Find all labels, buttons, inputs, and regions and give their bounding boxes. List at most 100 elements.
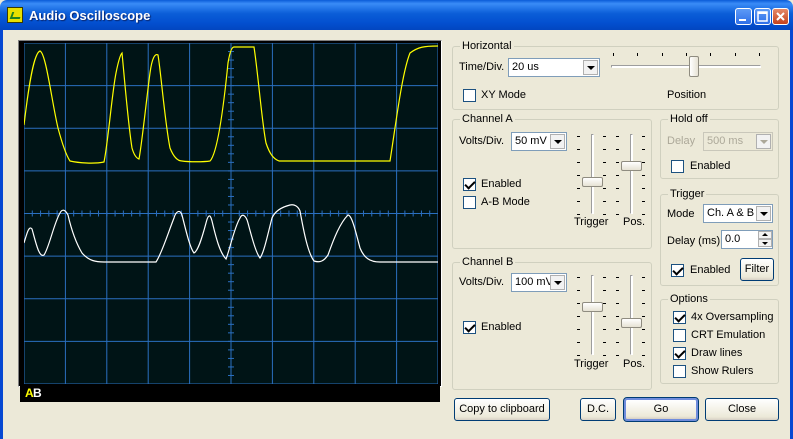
ab-mode-checkbox[interactable] bbox=[463, 196, 476, 209]
xy-mode-checkbox[interactable] bbox=[463, 89, 476, 102]
option-4x-oversampling-label: 4x Oversampling bbox=[691, 311, 774, 323]
copy-to-clipboard-button[interactable]: Copy to clipboard bbox=[454, 398, 550, 421]
slider-tick bbox=[616, 188, 619, 189]
channel-a-volts-div-select[interactable]: 50 mV bbox=[511, 132, 567, 151]
trigger-mode-value: Ch. A & B bbox=[707, 207, 755, 219]
slider-tick bbox=[616, 355, 619, 356]
slider-tick bbox=[603, 342, 606, 343]
options-group: Options 4x Oversampling CRT Emulation Dr… bbox=[660, 293, 779, 384]
hold-off-delay-label: Delay bbox=[667, 135, 696, 147]
slider-tick bbox=[642, 175, 645, 176]
option-show-rulers-label: Show Rulers bbox=[691, 365, 754, 377]
slider-tick bbox=[710, 53, 712, 56]
slider-tick bbox=[577, 214, 580, 215]
channel-a-trigger-label: Trigger bbox=[574, 216, 609, 228]
channel-a-trigger-track[interactable] bbox=[591, 134, 594, 214]
close-icon bbox=[776, 12, 785, 21]
position-slider-thumb[interactable] bbox=[688, 56, 699, 77]
trigger-mode-select[interactable]: Ch. A & B bbox=[703, 204, 773, 223]
option-draw-lines-checkbox[interactable] bbox=[673, 347, 686, 360]
slider-tick bbox=[642, 303, 645, 304]
slider-tick bbox=[637, 53, 639, 56]
channel-a-pos-thumb[interactable] bbox=[621, 161, 642, 171]
channel-b-group: Channel B Volts/Div. 100 mV Enabled Trig… bbox=[452, 256, 652, 390]
chevron-down-icon[interactable] bbox=[756, 206, 771, 221]
trigger-enabled-checkbox[interactable] bbox=[671, 264, 684, 277]
close-window-button[interactable] bbox=[772, 8, 789, 25]
channel-b-label: B bbox=[33, 386, 42, 400]
slider-tick bbox=[642, 329, 645, 330]
slider-tick bbox=[577, 342, 580, 343]
trigger-delay-value: 0.0 bbox=[725, 233, 741, 245]
channel-b-trigger-track[interactable] bbox=[591, 275, 594, 355]
channel-b-pos-thumb[interactable] bbox=[621, 318, 642, 328]
channel-a-volts-div-value: 50 mV bbox=[515, 135, 547, 147]
slider-tick bbox=[577, 136, 580, 137]
title-bar[interactable]: Audio Oscilloscope bbox=[0, 0, 793, 30]
chevron-down-icon[interactable] bbox=[550, 275, 565, 290]
option-4x-oversampling-checkbox[interactable] bbox=[673, 311, 686, 324]
channel-b-trigger-thumb[interactable] bbox=[582, 302, 603, 312]
slider-tick bbox=[734, 53, 736, 56]
slider-tick bbox=[577, 201, 580, 202]
channel-a-group-title: Channel A bbox=[460, 113, 515, 125]
channel-a-pos-track[interactable] bbox=[630, 134, 633, 214]
chevron-down-icon[interactable] bbox=[550, 134, 565, 149]
channel-b-volts-div-select[interactable]: 100 mV bbox=[511, 273, 567, 292]
spin-down-icon[interactable] bbox=[758, 239, 772, 247]
slider-tick bbox=[603, 188, 606, 189]
channel-a-volts-div-label: Volts/Div. bbox=[459, 135, 505, 147]
option-crt-emulation-checkbox[interactable] bbox=[673, 329, 686, 342]
slider-tick bbox=[603, 316, 606, 317]
channel-a-trigger-thumb[interactable] bbox=[582, 177, 603, 187]
slider-tick bbox=[642, 214, 645, 215]
minimize-icon bbox=[739, 19, 746, 21]
minimize-button[interactable] bbox=[735, 8, 752, 25]
slider-tick bbox=[577, 316, 580, 317]
spin-up-icon[interactable] bbox=[758, 231, 772, 239]
slider-tick bbox=[642, 316, 645, 317]
slider-tick bbox=[686, 53, 687, 56]
hold-off-delay-select[interactable]: 500 ms bbox=[703, 132, 773, 151]
close-button[interactable]: Close bbox=[705, 398, 779, 421]
trigger-mode-label: Mode bbox=[667, 208, 695, 220]
position-label: Position bbox=[667, 89, 707, 101]
position-slider-track[interactable] bbox=[611, 65, 761, 68]
slider-tick bbox=[603, 355, 606, 356]
slider-tick bbox=[577, 303, 580, 304]
slider-tick bbox=[616, 316, 619, 317]
slider-tick bbox=[603, 201, 606, 202]
slider-tick bbox=[642, 162, 645, 163]
hold-off-group-title: Hold off bbox=[668, 113, 710, 125]
slider-tick bbox=[616, 303, 619, 304]
slider-tick bbox=[603, 303, 606, 304]
time-div-select[interactable]: 20 us bbox=[508, 58, 600, 77]
slider-tick bbox=[577, 290, 580, 291]
slider-tick bbox=[616, 290, 619, 291]
channel-a-group: Channel A Volts/Div. 50 mV Enabled A-B M… bbox=[452, 113, 652, 249]
slider-tick bbox=[603, 162, 606, 163]
time-div-value: 20 us bbox=[512, 61, 539, 73]
slider-tick bbox=[642, 149, 645, 150]
slider-tick bbox=[661, 53, 663, 56]
dc-button[interactable]: D.C. bbox=[580, 398, 616, 421]
chevron-down-icon[interactable] bbox=[756, 134, 771, 149]
slider-tick bbox=[577, 329, 580, 330]
slider-tick bbox=[577, 355, 580, 356]
slider-tick bbox=[642, 277, 645, 278]
channel-b-pos-track[interactable] bbox=[630, 275, 633, 355]
option-show-rulers-checkbox[interactable] bbox=[673, 365, 686, 378]
hold-off-enabled-checkbox[interactable] bbox=[671, 160, 684, 173]
channel-b-enabled-checkbox[interactable] bbox=[463, 321, 476, 334]
channel-b-trigger-label: Trigger bbox=[574, 358, 609, 370]
channel-a-enabled-checkbox[interactable] bbox=[463, 178, 476, 191]
trigger-delay-spinner[interactable]: 0.0 bbox=[721, 230, 773, 249]
maximize-button[interactable] bbox=[754, 8, 771, 25]
app-window: Audio Oscilloscope A B Horizontal Time/D… bbox=[0, 0, 793, 439]
slider-tick bbox=[616, 136, 619, 137]
chevron-down-icon[interactable] bbox=[583, 60, 598, 75]
filter-button[interactable]: Filter bbox=[740, 258, 774, 281]
time-div-label: Time/Div. bbox=[459, 61, 505, 73]
go-button[interactable]: Go bbox=[623, 397, 699, 422]
scope-label-strip bbox=[20, 383, 440, 402]
